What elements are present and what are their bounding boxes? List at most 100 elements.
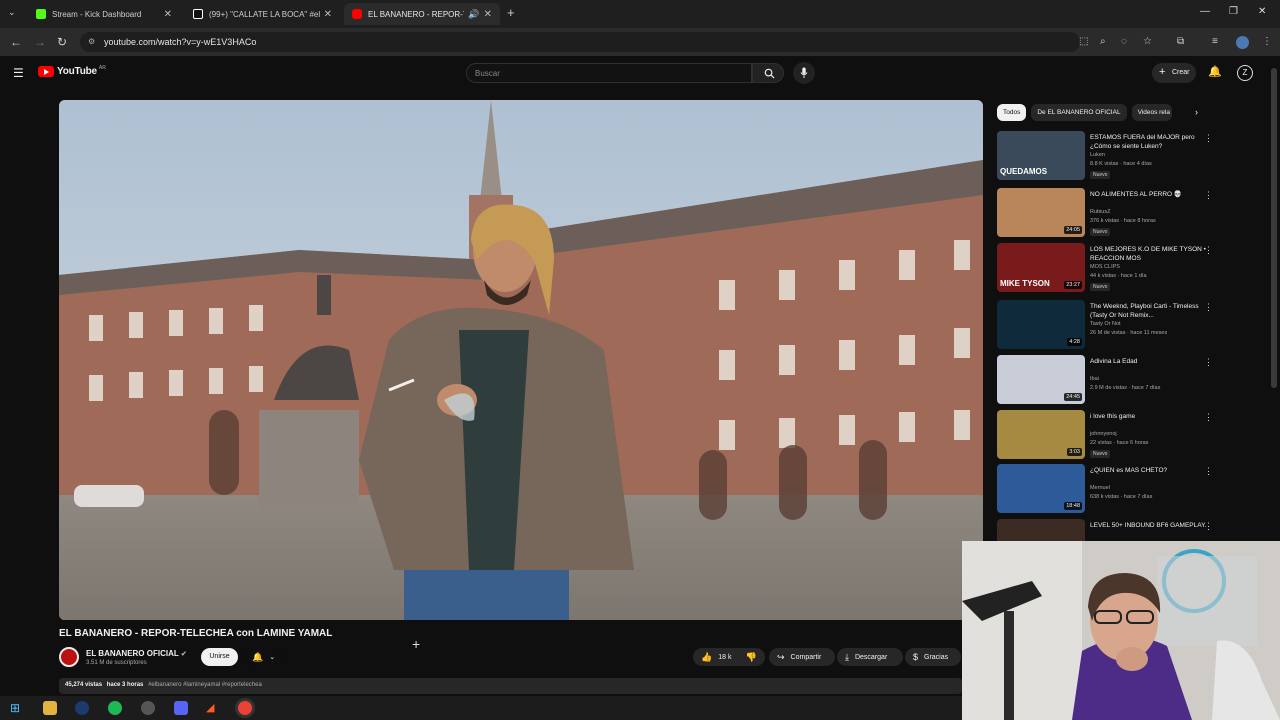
forward-icon[interactable]: → xyxy=(34,35,46,49)
description-box[interactable]: 45,274 vistas hace 3 horas #elbananero #… xyxy=(59,678,962,694)
video-thumbnail[interactable]: 3:03 xyxy=(997,410,1085,459)
tab-tiktok[interactable]: (99+) "CALLATE LA BOCA" #el ✕ xyxy=(185,3,340,25)
restore-icon[interactable]: ❐ xyxy=(1229,6,1238,17)
download-button[interactable]: ⤓ Descargar xyxy=(837,648,903,666)
steam-icon[interactable] xyxy=(75,701,89,715)
new-tab-icon[interactable]: + xyxy=(507,5,515,20)
video-thumbnail[interactable]: MIKE TYSON 23:27 xyxy=(997,243,1085,292)
video-thumbnail[interactable]: QUEDAMOS xyxy=(997,131,1085,180)
channel-name[interactable]: EL BANANERO OFICIAL ✔ xyxy=(86,649,187,658)
plus-icon: + xyxy=(1159,66,1166,78)
youtube-logo[interactable]: YouTube AR xyxy=(38,65,106,77)
recommendation-title: ESTAMOS FUERA del MAJOR pero ¿Cómo se si… xyxy=(1090,134,1195,150)
search-button[interactable] xyxy=(752,63,784,83)
recommendation-item[interactable]: 4:28 The Weeknd, Playboi Carti - Timeless… xyxy=(997,300,1217,350)
eye-off-icon[interactable]: ◌ xyxy=(1121,36,1133,48)
subscribe-notifications-button[interactable]: 🔔 ⌄ xyxy=(244,648,284,666)
media-icon[interactable]: ≡ xyxy=(1212,36,1224,48)
thumbnail-text: MIKE TYSON xyxy=(1000,279,1050,288)
recommendation-title: ¿QUIEN es MAS CHETO? xyxy=(1090,467,1168,474)
like-icon[interactable]: 👍 xyxy=(701,652,712,663)
hamburger-menu-icon[interactable]: ☰ xyxy=(13,66,24,80)
recommendation-item[interactable]: QUEDAMOS ESTAMOS FUERA del MAJOR pero ¿Có… xyxy=(997,131,1217,181)
reload-icon[interactable]: ↻ xyxy=(57,35,67,49)
channel-avatar[interactable] xyxy=(59,647,79,667)
thanks-button[interactable]: $ Gracias xyxy=(905,648,961,666)
recommendation-channel: RubiusZ xyxy=(1090,209,1111,215)
recommendation-item[interactable]: MIKE TYSON 23:27 LOS MEJORES K.O DE MIKE T… xyxy=(997,243,1217,293)
recommendation-channel: MOS CLIPS xyxy=(1090,264,1120,270)
join-button[interactable]: Unirse xyxy=(201,648,238,666)
kick-icon xyxy=(36,9,46,19)
tab-kick-dashboard[interactable]: Stream - Kick Dashboard ✕ xyxy=(28,3,180,25)
video-duration: 24:05 xyxy=(1064,226,1082,234)
spotify-icon[interactable] xyxy=(108,701,122,715)
video-thumbnail[interactable]: 18:48 xyxy=(997,464,1085,513)
bookmark-star-icon[interactable]: ☆ xyxy=(1143,36,1155,48)
video-thumbnail[interactable]: 24:45 xyxy=(997,355,1085,404)
download-icon: ⤓ xyxy=(845,651,849,662)
notifications-bell-icon[interactable]: 🔔 xyxy=(1208,65,1222,78)
recommendation-item[interactable]: 24:05 NO ALIMENTES AL PERRO 💀 RubiusZ 376 k… xyxy=(997,188,1217,238)
dislike-icon[interactable]: 👎 xyxy=(745,652,756,663)
chip-related[interactable]: Videos rela xyxy=(1131,104,1172,121)
obs-icon[interactable] xyxy=(141,701,155,715)
super-thanks-icon: $ xyxy=(913,652,919,662)
minimize-icon[interactable]: — xyxy=(1200,6,1210,17)
back-icon[interactable]: ← xyxy=(10,35,22,49)
profile-avatar[interactable] xyxy=(1236,36,1249,49)
new-badge: Nuevo xyxy=(1090,283,1111,291)
youtube-play-icon xyxy=(38,66,54,77)
url-field[interactable]: ⚙ youtube.com/watch?v=y-wE1V3HACo xyxy=(80,32,1080,52)
more-options-icon[interactable]: ⋮ xyxy=(1204,466,1213,477)
install-icon[interactable]: ⬚ xyxy=(1079,36,1091,48)
chip-channel[interactable]: De EL BANANERO OFICIAL xyxy=(1031,104,1127,121)
chrome-icon[interactable] xyxy=(238,701,252,715)
discord-icon[interactable] xyxy=(174,701,188,715)
close-icon[interactable]: ✕ xyxy=(164,9,172,20)
tab-search-icon[interactable]: ⌄ xyxy=(8,7,16,18)
chip-todos[interactable]: Todos xyxy=(997,104,1027,121)
more-options-icon[interactable]: ⋮ xyxy=(1204,133,1213,144)
account-avatar[interactable]: Z xyxy=(1237,65,1253,81)
speaker-icon[interactable]: 🔊 xyxy=(468,9,479,20)
app-icon[interactable]: ◢ xyxy=(206,701,220,715)
more-options-icon[interactable]: ⋮ xyxy=(1204,412,1213,423)
windows-start-icon[interactable]: ⊞ xyxy=(10,701,24,715)
create-button[interactable]: + Crear xyxy=(1152,63,1196,83)
close-window-icon[interactable]: ✕ xyxy=(1258,6,1266,17)
video-title: EL BANANERO - REPOR-TELECHEA con LAMINE … xyxy=(59,628,333,639)
more-options-icon[interactable]: ⋮ xyxy=(1204,245,1213,256)
more-options-icon[interactable]: ⋮ xyxy=(1204,521,1213,532)
site-info-icon[interactable]: ⚙ xyxy=(88,37,95,46)
more-options-icon[interactable]: ⋮ xyxy=(1204,190,1213,201)
tab-youtube-video[interactable]: EL BANANERO - REPOR-TE 🔊 ✕ xyxy=(344,3,500,25)
more-options-icon[interactable]: ⋮ xyxy=(1204,357,1213,368)
more-options-icon[interactable]: ⋮ xyxy=(1204,302,1213,313)
video-player[interactable] xyxy=(59,100,983,620)
video-thumbnail[interactable]: 4:28 xyxy=(997,300,1085,349)
video-duration: 18:48 xyxy=(1064,502,1082,510)
voice-search-button[interactable] xyxy=(793,62,815,84)
share-icon: ↪ xyxy=(777,651,785,662)
recommendation-item[interactable]: 3:03 i love this game johnnyenoj 22 vistas … xyxy=(997,410,1217,460)
close-icon[interactable]: ✕ xyxy=(484,9,492,20)
video-thumbnail[interactable]: 24:05 xyxy=(997,188,1085,237)
thumbnail-text: QUEDAMOS xyxy=(1000,167,1048,176)
extensions-icon[interactable]: ⧉ xyxy=(1177,36,1189,48)
recommendation-meta: 22 vistas · hace 6 horas xyxy=(1090,440,1149,446)
page-scrollbar[interactable] xyxy=(1271,68,1277,388)
file-explorer-icon[interactable] xyxy=(43,701,57,715)
menu-dots-icon[interactable]: ⋮ xyxy=(1262,36,1274,48)
share-button[interactable]: ↪ Compartir xyxy=(769,648,835,666)
recommendation-item[interactable]: 18:48 ¿QUIEN es MAS CHETO? Mernuel 638 k vi… xyxy=(997,464,1217,514)
zoom-icon[interactable]: ⌕ xyxy=(1100,36,1112,48)
chevron-right-icon[interactable]: › xyxy=(1195,107,1198,117)
recommendation-item[interactable]: 24:45 Adivina La Edad Ibai 2.9 M de vistas … xyxy=(997,355,1217,405)
recommendation-meta: 8.8 K vistas · hace 4 días xyxy=(1090,161,1152,167)
new-badge: Nuevo xyxy=(1090,171,1111,179)
youtube-header: ☰ YouTube AR Buscar + Crear 🔔 Z xyxy=(0,56,1280,90)
close-icon[interactable]: ✕ xyxy=(324,9,332,20)
search-input[interactable]: Buscar xyxy=(466,63,752,83)
streamer-camera xyxy=(962,541,1280,720)
